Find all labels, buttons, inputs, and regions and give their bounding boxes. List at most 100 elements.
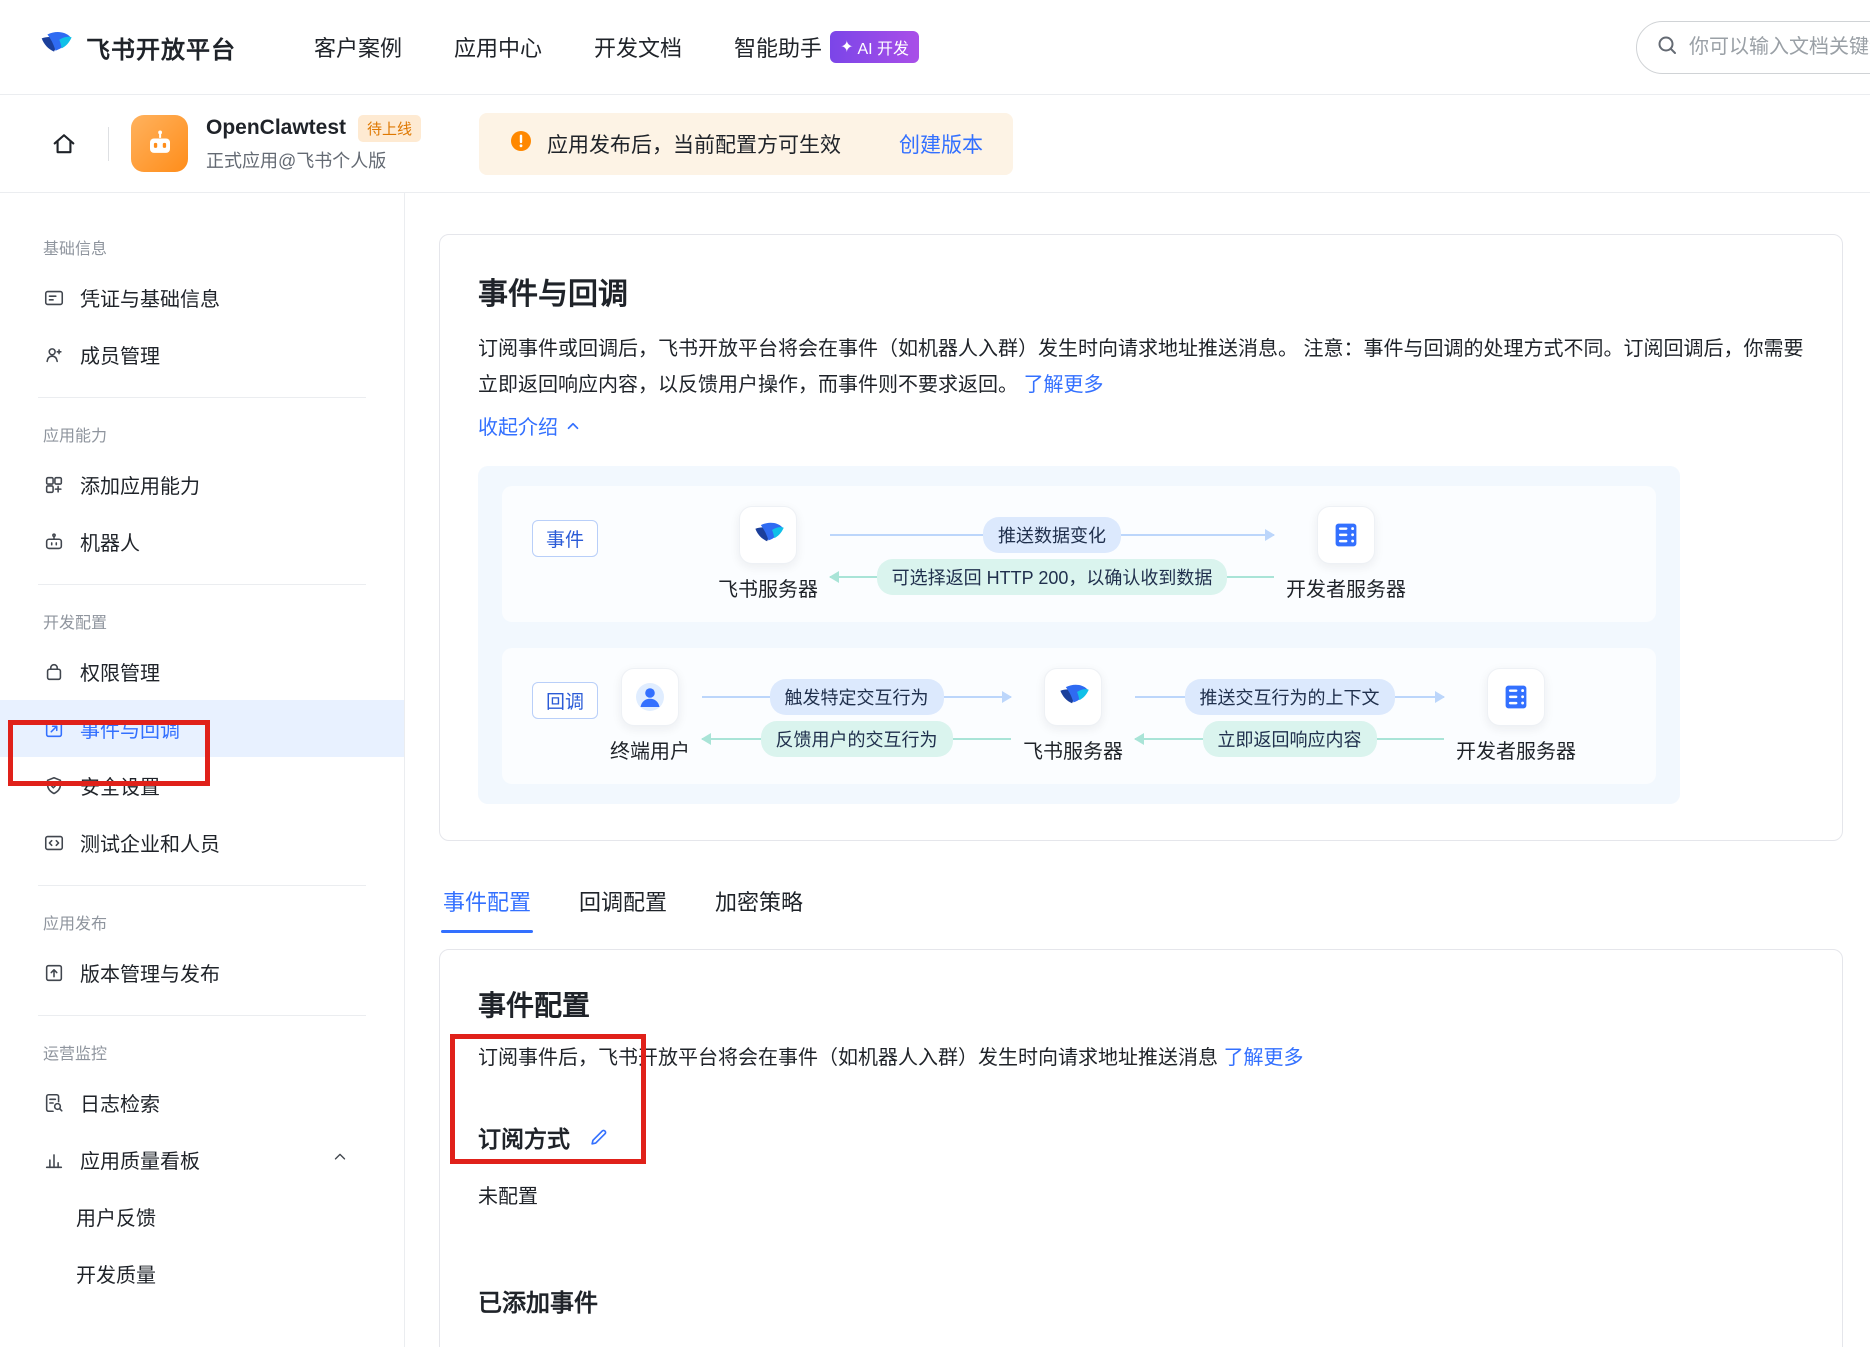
respond-arrow: 立即返回响应内容 [1135, 724, 1444, 754]
edit-subscription-button[interactable] [584, 1122, 614, 1152]
feedback-arrow: 反馈用户的交互行为 [702, 724, 1011, 754]
doc-search-box[interactable] [1636, 21, 1870, 74]
event-callback-icon [43, 718, 65, 740]
log-search-icon [43, 1092, 65, 1114]
sidebar-item-security[interactable]: 安全设置 [0, 757, 404, 814]
sidebar-item-add-capability[interactable]: 添加应用能力 [0, 456, 404, 513]
nav-ai-assistant[interactable]: 智能助手 [734, 31, 822, 63]
section-app-release: 应用发布 [43, 910, 404, 934]
sidebar-item-dev-quality[interactable]: 开发质量 [0, 1245, 404, 1302]
main-content: 事件与回调 订阅事件或回调后，飞书开放平台将会在事件（如机器人入群）发生时向请求… [405, 193, 1870, 1347]
app-name: OpenClawtest [206, 116, 346, 140]
sidebar-item-bot[interactable]: 机器人 [0, 513, 404, 570]
main-nav: 客户案例 应用中心 开发文档 智能助手 ✦ AI 开发 [314, 31, 919, 63]
app-status-badge: 待上线 [358, 115, 421, 142]
create-version-link[interactable]: 创建版本 [899, 129, 983, 159]
nav-dev-docs[interactable]: 开发文档 [594, 31, 682, 63]
divider [38, 885, 366, 886]
http-return-arrow: 可选择返回 HTTP 200，以确认收到数据 [830, 562, 1274, 592]
app-header-bar: OpenClawtest 待上线 正式应用@飞书个人版 应用发布后，当前配置方可… [0, 95, 1870, 193]
sidebar-item-version-release[interactable]: 版本管理与发布 [0, 944, 404, 1001]
shield-icon [43, 775, 65, 797]
server-icon [1487, 668, 1545, 726]
chevron-up-icon [564, 417, 582, 435]
collapse-intro-link[interactable]: 收起介绍 [478, 411, 1804, 440]
feishu-server-node-2: 飞书服务器 [1023, 668, 1123, 764]
chevron-up-icon [331, 1148, 349, 1172]
nav-customer-cases[interactable]: 客户案例 [314, 31, 402, 63]
section-app-capability: 应用能力 [43, 422, 404, 446]
feishu-logo-icon [36, 26, 74, 69]
nav-app-center[interactable]: 应用中心 [454, 31, 542, 63]
diagram-callback-row: 回调 终端用户 [502, 648, 1656, 784]
end-user-node: 终端用户 [610, 668, 690, 764]
feishu-logo-icon [1044, 668, 1102, 726]
config-tabs: 事件配置 回调配置 加密策略 [441, 879, 1844, 933]
sidebar-item-credentials[interactable]: 凭证与基础信息 [0, 269, 404, 326]
subscription-value: 未配置 [478, 1180, 1804, 1209]
feishu-logo-brand[interactable]: 飞书开放平台 [36, 26, 236, 69]
publish-icon [43, 962, 65, 984]
tab-encryption-policy[interactable]: 加密策略 [713, 879, 805, 933]
app-avatar[interactable] [131, 115, 188, 172]
search-input[interactable] [1689, 36, 1870, 59]
divider [38, 1015, 366, 1016]
diagram-event-row: 事件 飞书服务器 [502, 486, 1656, 622]
feishu-server-node: 飞书服务器 [718, 506, 818, 602]
subscription-block: 订阅方式 未配置 [478, 1120, 1804, 1209]
section-dev-config: 开发配置 [43, 609, 404, 633]
app-subtitle: 正式应用@飞书个人版 [206, 147, 421, 173]
push-data-arrow: 推送数据变化 [830, 520, 1274, 550]
learn-more-link[interactable]: 了解更多 [1024, 374, 1104, 396]
trigger-arrow: 触发特定交互行为 [702, 682, 1011, 712]
event-config-card: 事件配置 订阅事件后，飞书开放平台将会在事件（如机器人入群）发生时向请求地址推送… [439, 949, 1843, 1347]
sidebar: 基础信息 凭证与基础信息 成员管理 应用能力 添加应用能力 机器人 开发配置 [0, 193, 405, 1347]
publish-warning-banner: 应用发布后，当前配置方可生效 创建版本 [479, 113, 1013, 175]
event-callback-diagram: 事件 飞书服务器 [478, 466, 1680, 804]
sidebar-item-events-callbacks[interactable]: 事件与回调 [0, 700, 404, 757]
subscription-label: 订阅方式 [478, 1120, 570, 1154]
brand-name: 飞书开放平台 [86, 30, 236, 65]
top-navbar: 飞书开放平台 客户案例 应用中心 开发文档 智能助手 ✦ AI 开发 [0, 0, 1870, 95]
callback-tag: 回调 [532, 682, 598, 719]
feishu-logo-icon [739, 506, 797, 564]
pencil-icon [588, 1126, 610, 1148]
page-title: 事件与回调 [478, 269, 1804, 313]
tab-callback-config[interactable]: 回调配置 [577, 879, 669, 933]
divider [108, 127, 109, 161]
member-icon [43, 344, 65, 366]
page: 飞书开放平台 客户案例 应用中心 开发文档 智能助手 ✦ AI 开发 [0, 0, 1870, 1347]
events-callbacks-intro-card: 事件与回调 订阅事件或回调后，飞书开放平台将会在事件（如机器人入群）发生时向请求… [439, 234, 1843, 841]
sidebar-item-quality-board[interactable]: 应用质量看板 [0, 1131, 404, 1188]
grid-plus-icon [43, 474, 65, 496]
learn-more-link-2[interactable]: 了解更多 [1224, 1047, 1304, 1069]
robot-avatar-icon [140, 124, 180, 164]
sparkle-icon: ✦ [840, 37, 853, 57]
sidebar-item-test-org[interactable]: 测试企业和人员 [0, 814, 404, 871]
section-ops-monitor: 运营监控 [43, 1040, 404, 1064]
event-config-title: 事件配置 [478, 984, 1804, 1024]
robot-icon [43, 531, 65, 553]
chart-icon [43, 1149, 65, 1171]
intro-description: 订阅事件或回调后，飞书开放平台将会在事件（如机器人入群）发生时向请求地址推送消息… [478, 338, 1804, 396]
code-icon [43, 832, 65, 854]
user-icon [621, 668, 679, 726]
credential-icon [43, 287, 65, 309]
added-events-title: 已添加事件 [478, 1283, 1804, 1318]
divider [38, 397, 366, 398]
home-icon [50, 130, 78, 158]
home-button[interactable] [42, 122, 86, 166]
tab-event-config[interactable]: 事件配置 [441, 879, 533, 933]
sidebar-item-members[interactable]: 成员管理 [0, 326, 404, 383]
banner-text: 应用发布后，当前配置方可生效 [547, 129, 841, 159]
event-tag: 事件 [532, 520, 598, 557]
sidebar-item-log-search[interactable]: 日志检索 [0, 1074, 404, 1131]
warning-icon [509, 129, 533, 158]
sidebar-item-user-feedback[interactable]: 用户反馈 [0, 1188, 404, 1245]
sidebar-item-permissions[interactable]: 权限管理 [0, 643, 404, 700]
event-config-description: 订阅事件后，飞书开放平台将会在事件（如机器人入群）发生时向请求地址推送消息 [478, 1047, 1218, 1069]
section-basic-info: 基础信息 [43, 235, 404, 259]
dev-server-node-2: 开发者服务器 [1456, 668, 1576, 764]
dev-server-node: 开发者服务器 [1286, 506, 1406, 602]
search-icon [1655, 33, 1679, 62]
